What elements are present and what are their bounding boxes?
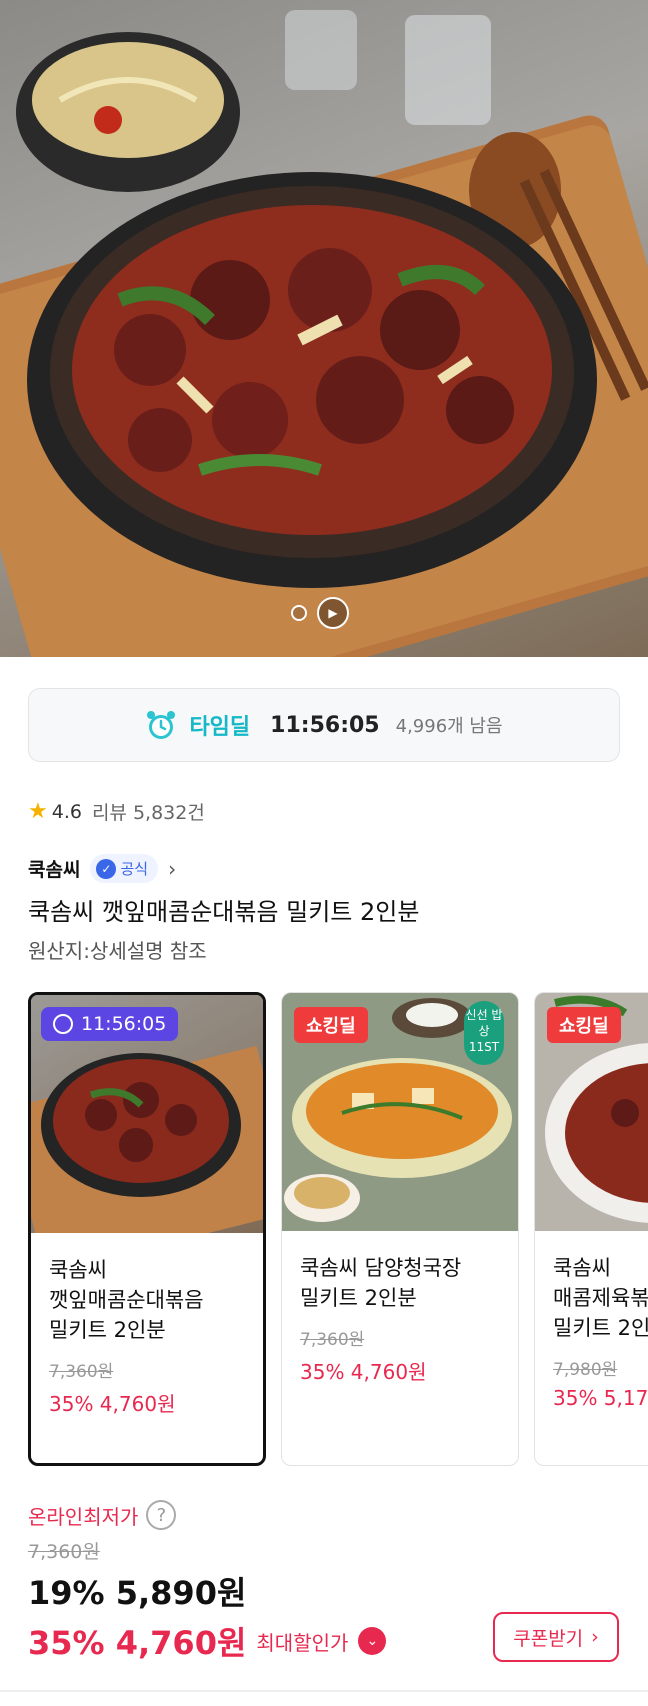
product-card-image: 쇼킹딜 신선 밥상 11ST [282, 993, 518, 1231]
product-card-original-price: 7,980원 [553, 1360, 618, 1380]
product-card[interactable]: 11:56:05 쿡솜씨 깻잎매콤순대볶음 밀키트 2인분 7,360원 35%… [28, 992, 266, 1466]
timedeal-banner[interactable]: 타임딜 11:56:05 4,996개 남음 [28, 688, 620, 762]
product-card[interactable]: 쇼킹딜 쿡솜씨 매콤제육볶 밀키트 2인 7,980원 35% 5,17 [534, 992, 648, 1466]
product-hero-image[interactable]: ▶ [0, 0, 648, 657]
product-origin: 원산지:상세설명 참조 [28, 939, 207, 963]
coupon-button-label: 쿠폰받기 [513, 1627, 584, 1650]
rating-score: 4.6 [51, 800, 82, 823]
lowest-price-label: 온라인최저가 [28, 1504, 139, 1529]
help-icon[interactable]: ? [146, 1500, 177, 1530]
max-discount-row[interactable]: 35% 4,760원 최대할인가 ⌄ [28, 1618, 387, 1664]
verified-check-icon: ✓ [96, 858, 117, 879]
carousel-indicator: ▶ [291, 597, 349, 629]
sale-price: 19% 5,890원 [28, 1574, 247, 1612]
rating-row[interactable]: ★ 4.6 리뷰 5,832건 [28, 798, 205, 825]
product-card-discount-price: 35% 4,760원 [49, 1392, 176, 1416]
max-discount-label: 최대할인가 [256, 1630, 349, 1655]
product-card-original-price: 7,360원 [49, 1362, 114, 1382]
alarm-clock-icon [147, 711, 176, 739]
carousel-play-icon[interactable]: ▶ [317, 597, 349, 629]
product-card-original-price: 7,360원 [300, 1330, 365, 1350]
timedeal-badge: 11:56:05 [41, 1007, 179, 1041]
chevron-right-icon: › [591, 1626, 599, 1648]
related-products-carousel[interactable]: 11:56:05 쿡솜씨 깻잎매콤순대볶음 밀키트 2인분 7,360원 35%… [28, 992, 648, 1468]
star-icon: ★ [28, 799, 48, 824]
product-card-name-line: 매콤제육볶 [553, 1286, 648, 1310]
coupon-button[interactable]: 쿠폰받기 › [493, 1612, 619, 1662]
brand-row[interactable]: 쿡솜씨 ✓ 공식 › [28, 854, 176, 883]
lowest-price-row: 온라인최저가 ? [28, 1500, 177, 1530]
product-card-name-line: 깻잎매콤순대볶음 [49, 1288, 204, 1312]
original-price: 7,360원 [28, 1541, 100, 1563]
product-card-name: 쿡솜씨 매콤제육볶 밀키트 2인 [553, 1253, 648, 1343]
product-card-name-line: 밀키트 2인 [553, 1316, 648, 1340]
timedeal-label: 타임딜 [189, 715, 251, 740]
max-discount-price: 35% 4,760원 [28, 1624, 247, 1662]
product-card-name-line: 쿡솜씨 담양청국장 [300, 1256, 462, 1280]
fresh-table-badge: 신선 밥상 11ST [464, 1001, 504, 1065]
shocking-deal-badge: 쇼킹딜 [547, 1007, 621, 1043]
hero-food-illustration [0, 10, 648, 657]
official-badge: ✓ 공식 [90, 854, 159, 883]
product-card[interactable]: 쇼킹딜 신선 밥상 11ST 쿡솜씨 담양청국장 밀키트 2인분 7,360원 … [281, 992, 519, 1466]
product-card-name-line: 쿡솜씨 [49, 1258, 107, 1282]
shocking-deal-badge: 쇼킹딜 [294, 1007, 368, 1043]
product-card-name: 쿡솜씨 깻잎매콤순대볶음 밀키트 2인분 [49, 1255, 245, 1345]
review-count[interactable]: 리뷰 5,832건 [92, 798, 205, 825]
product-card-image: 쇼킹딜 [535, 993, 648, 1231]
clock-icon [53, 1014, 73, 1034]
product-card-name: 쿡솜씨 담양청국장 밀키트 2인분 [300, 1253, 500, 1313]
timedeal-badge-time: 11:56:05 [81, 1013, 167, 1035]
section-divider [0, 1690, 648, 1692]
product-card-discount-price: 35% 5,17 [553, 1386, 648, 1410]
brand-name[interactable]: 쿡솜씨 [28, 855, 80, 882]
product-card-discount-price: 35% 4,760원 [300, 1360, 427, 1384]
product-title: 쿡솜씨 깻잎매콤순대볶음 밀키트 2인분 [28, 898, 420, 926]
product-card-name-line: 밀키트 2인분 [300, 1286, 417, 1310]
product-card-image: 11:56:05 [31, 995, 263, 1233]
timedeal-countdown: 11:56:05 [270, 712, 380, 738]
product-card-name-line: 밀키트 2인분 [49, 1318, 166, 1342]
carousel-dot[interactable] [291, 605, 307, 621]
official-label: 공식 [120, 860, 149, 878]
product-card-name-line: 쿡솜씨 [553, 1256, 611, 1280]
chevron-right-icon[interactable]: › [168, 857, 176, 881]
timedeal-remaining: 4,996개 남음 [395, 716, 503, 737]
chevron-down-icon[interactable]: ⌄ [358, 1627, 387, 1655]
